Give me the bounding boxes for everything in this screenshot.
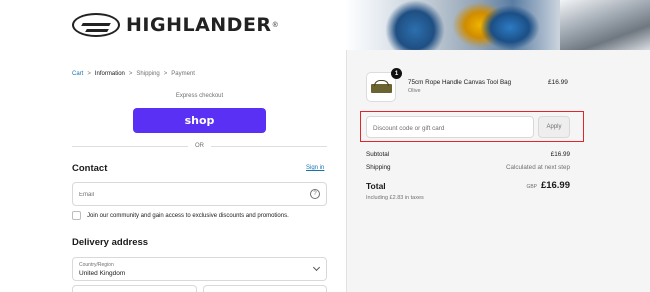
or-divider: OR — [72, 141, 327, 151]
total-row: Total GBP £16.99 — [366, 180, 570, 194]
registered-mark: ® — [272, 21, 278, 29]
country-select[interactable]: Country/Region United Kingdom — [72, 257, 327, 281]
express-checkout-label: Express checkout — [175, 93, 224, 99]
breadcrumb-shipping: Shipping — [136, 71, 160, 77]
total-label: Total — [366, 181, 386, 191]
subtotal-value: £16.99 — [550, 151, 570, 158]
apply-discount-button[interactable]: Apply — [538, 116, 570, 138]
discount-field[interactable] — [366, 116, 534, 139]
country-value: United Kingdom — [79, 270, 126, 277]
breadcrumb-payment: Payment — [171, 71, 195, 77]
last-name-field[interactable] — [202, 285, 327, 292]
product-name: 75cm Rope Handle Canvas Tool Bag — [408, 79, 512, 86]
tool-bag-image — [371, 80, 392, 93]
hero-image-climber — [385, 0, 445, 50]
product-variant: Olive — [408, 88, 421, 94]
total-currency: GBP — [526, 184, 537, 190]
brand-name: HIGHLANDER — [126, 14, 272, 36]
chevron-down-icon — [312, 263, 321, 272]
quantity-badge: 1 — [391, 68, 402, 79]
divider-line — [211, 145, 327, 147]
shipping-value: Calculated at next step — [505, 164, 570, 171]
hero-image-climber — [480, 5, 540, 50]
country-label: Country/Region — [79, 262, 114, 268]
breadcrumb-separator: > — [87, 71, 91, 77]
newsletter-opt-in[interactable]: Join our community and gain access to ex… — [72, 211, 289, 220]
email-input[interactable] — [73, 184, 293, 206]
taxes-note: Including £2.83 in taxes — [366, 195, 424, 201]
newsletter-checkbox[interactable] — [72, 211, 81, 220]
logo-mark-icon — [72, 13, 120, 37]
newsletter-label: Join our community and gain access to ex… — [87, 212, 289, 219]
header-banner: HIGHLANDER ® — [0, 0, 650, 50]
product-thumbnail: 1 — [366, 68, 402, 102]
first-name-field[interactable] — [72, 285, 197, 292]
subtotal-label: Subtotal — [366, 151, 390, 158]
breadcrumb-cart[interactable]: Cart — [72, 71, 83, 77]
contact-heading: Contact — [72, 163, 108, 174]
delivery-heading: Delivery address — [72, 237, 149, 248]
shipping-label: Shipping — [366, 164, 391, 171]
breadcrumb: Cart > Information > Shipping > Payment — [72, 71, 195, 77]
discount-code-input[interactable] — [367, 118, 527, 139]
column-divider — [346, 50, 347, 292]
brand-logo[interactable]: HIGHLANDER ® — [72, 10, 278, 40]
hero-image-rock — [560, 0, 650, 50]
help-circle-icon[interactable]: ? — [310, 189, 320, 199]
or-text: OR — [195, 143, 204, 149]
product-price: £16.99 — [548, 79, 568, 86]
divider-line — [72, 145, 188, 147]
total-amount: £16.99 — [540, 180, 570, 191]
email-field[interactable]: ? — [72, 182, 327, 206]
name-fields-row — [72, 285, 327, 292]
shop-pay-button[interactable]: shop — [133, 108, 266, 133]
breadcrumb-information: Information — [94, 71, 125, 77]
breadcrumb-separator: > — [163, 71, 168, 77]
sign-in-link[interactable]: Sign in — [306, 165, 324, 171]
hero-image — [345, 0, 650, 50]
breadcrumb-separator: > — [128, 71, 133, 77]
